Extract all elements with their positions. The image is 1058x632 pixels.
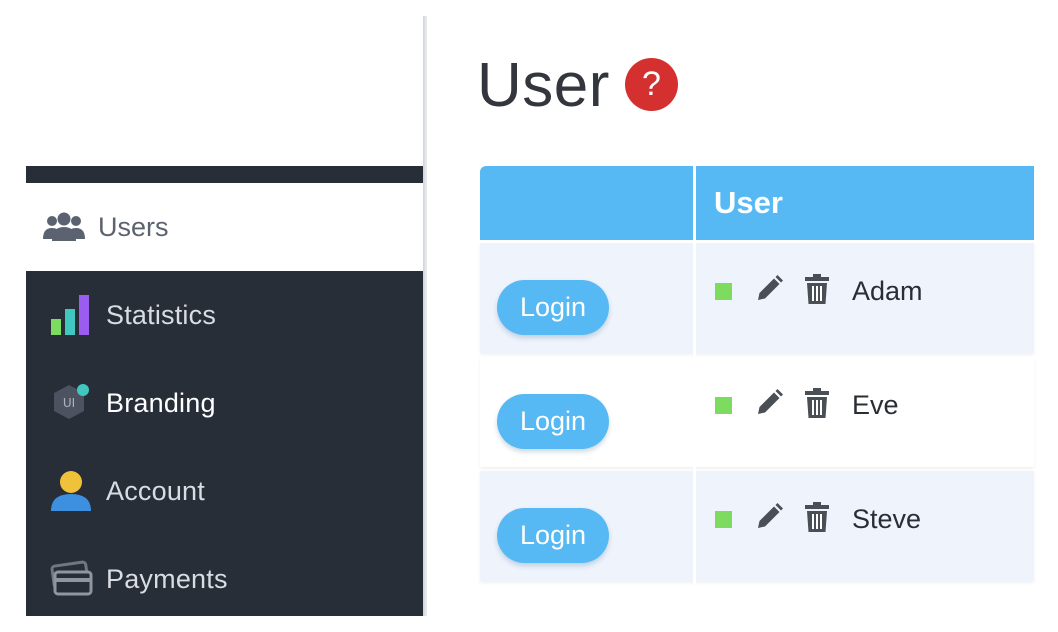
- svg-text:UI: UI: [63, 396, 75, 410]
- table-cell: Login: [480, 471, 693, 581]
- login-button[interactable]: Login: [497, 280, 609, 335]
- sidebar-item-users[interactable]: Users: [26, 183, 425, 271]
- table-header-user: User: [696, 166, 1034, 240]
- sidebar-item-label: Users: [98, 211, 169, 242]
- trash-icon[interactable]: [804, 388, 830, 418]
- pencil-icon[interactable]: [754, 388, 784, 418]
- column-divider: [693, 166, 696, 584]
- status-indicator: [715, 283, 732, 300]
- user-name: Steve: [852, 504, 922, 534]
- table-cell: Eve: [696, 357, 1034, 467]
- sidebar-item-branding[interactable]: UI Branding: [26, 359, 425, 447]
- login-button[interactable]: Login: [497, 394, 609, 449]
- pencil-icon[interactable]: [754, 274, 784, 304]
- user-name: Adam: [852, 276, 923, 306]
- login-button[interactable]: Login: [497, 508, 609, 563]
- table-cell: Steve: [696, 471, 1034, 581]
- sidebar-item-label: Statistics: [106, 299, 217, 330]
- sidebar-item-label: Branding: [106, 387, 216, 418]
- sidebar-nav: Statistics UI Branding Account Payments: [26, 271, 425, 616]
- panel-divider: [423, 16, 427, 616]
- page-title: User: [477, 51, 610, 120]
- trash-icon[interactable]: [804, 274, 830, 304]
- sidebar-item-statistics[interactable]: Statistics: [26, 271, 425, 359]
- users-icon: [42, 205, 86, 249]
- table-header-actions: [480, 166, 693, 240]
- table-cell: Login: [480, 243, 693, 353]
- trash-icon[interactable]: [804, 502, 830, 532]
- sidebar-item-label: Payments: [106, 563, 228, 594]
- status-indicator: [715, 511, 732, 528]
- sidebar-item-label: Account: [106, 475, 205, 506]
- sidebar-top-bar: [26, 166, 425, 183]
- help-icon[interactable]: ?: [625, 58, 678, 111]
- bar-chart-icon: [48, 292, 94, 338]
- table-row: Login Eve: [480, 357, 1034, 467]
- user-name: Eve: [852, 390, 899, 420]
- table-cell: Adam: [696, 243, 1034, 353]
- ui-hexagon-icon: UI: [48, 380, 94, 426]
- sidebar-item-payments[interactable]: Payments: [26, 535, 425, 623]
- status-indicator: [715, 397, 732, 414]
- users-table: User Login Adam Login Eve Login Steve: [480, 166, 1034, 584]
- sidebar-item-account[interactable]: Account: [26, 447, 425, 535]
- credit-card-icon: [48, 556, 94, 602]
- table-row: Login Steve: [480, 471, 1034, 581]
- pencil-icon[interactable]: [754, 502, 784, 532]
- table-row: Login Adam: [480, 243, 1034, 353]
- table-cell: Login: [480, 357, 693, 467]
- person-icon: [48, 468, 94, 514]
